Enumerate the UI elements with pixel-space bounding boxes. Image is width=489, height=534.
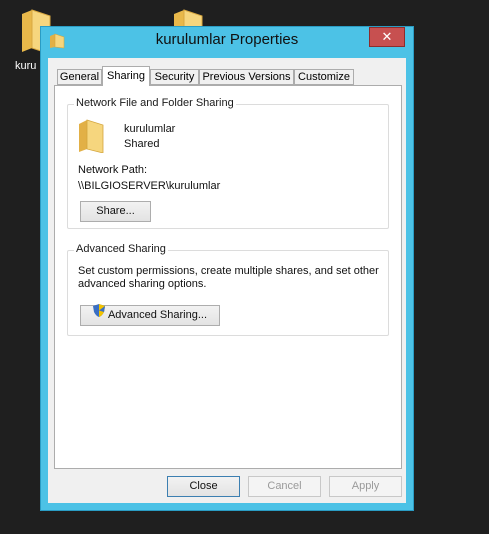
share-button[interactable]: Share... xyxy=(80,201,151,222)
dialog-client-area: General Sharing Security Previous Versio… xyxy=(48,58,406,503)
title-bar[interactable]: kurulumlar Properties ✕ xyxy=(41,27,413,55)
advanced-sharing-button-label: Advanced Sharing... xyxy=(107,309,208,321)
uac-shield-icon xyxy=(92,304,105,324)
tab-sharing[interactable]: Sharing xyxy=(102,66,150,86)
network-path-value: \\BILGIOSERVER\kurulumlar xyxy=(78,180,221,192)
desktop-folder-label: kuru xyxy=(15,60,37,72)
tab-previous-versions[interactable]: Previous Versions xyxy=(199,69,294,85)
advanced-sharing-description-2: advanced sharing options. xyxy=(78,278,207,290)
close-icon: ✕ xyxy=(381,29,393,44)
tab-security[interactable]: Security xyxy=(150,69,199,85)
advanced-sharing-button[interactable]: Advanced Sharing... xyxy=(80,304,220,326)
network-path-label: Network Path: xyxy=(78,164,148,176)
desktop-folder-icon-2[interactable] xyxy=(172,8,204,28)
advanced-sharing-description-1: Set custom permissions, create multiple … xyxy=(78,265,379,277)
network-sharing-group: Network File and Folder Sharing kuruluml… xyxy=(67,97,389,229)
advanced-sharing-group: Advanced Sharing Set custom permissions,… xyxy=(67,243,389,336)
advanced-sharing-group-title: Advanced Sharing xyxy=(74,243,168,255)
tab-customize[interactable]: Customize xyxy=(294,69,354,85)
window-title: kurulumlar Properties xyxy=(155,31,299,48)
sharing-tab-panel: Network File and Folder Sharing kuruluml… xyxy=(54,85,402,469)
close-window-button[interactable]: ✕ xyxy=(369,27,405,47)
network-sharing-group-title: Network File and Folder Sharing xyxy=(74,97,236,109)
shared-folder-icon xyxy=(78,119,104,156)
properties-window: kurulumlar Properties ✕ General Sharing … xyxy=(40,26,414,511)
tab-general[interactable]: General xyxy=(57,69,102,85)
folder-name: kurulumlar xyxy=(124,123,176,135)
apply-button[interactable]: Apply xyxy=(329,476,402,497)
sharing-status: Shared xyxy=(124,138,160,150)
close-button[interactable]: Close xyxy=(167,476,240,497)
cancel-button[interactable]: Cancel xyxy=(248,476,321,497)
